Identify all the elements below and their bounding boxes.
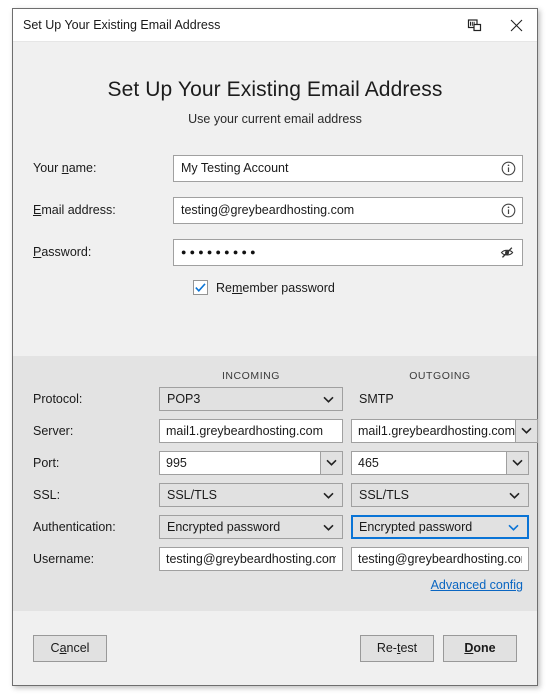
ssl-incoming-cell: SSL/TLS xyxy=(159,482,343,507)
chevron-down-icon xyxy=(508,520,519,534)
row-port: Port: 995 465 xyxy=(13,450,537,475)
chevron-down-icon xyxy=(509,488,520,502)
server-label: Server: xyxy=(33,423,74,438)
primary-buttons: Re-t est Done xyxy=(360,634,517,662)
password-input[interactable] xyxy=(173,238,523,266)
port-outgoing-cell: 465 xyxy=(351,450,529,475)
your-name-input[interactable] xyxy=(173,154,523,182)
server-incoming-input[interactable] xyxy=(159,418,343,443)
port-label: Port: xyxy=(33,455,60,470)
row-username: Username: xyxy=(13,546,537,571)
info-icon[interactable] xyxy=(500,202,516,218)
ssl-outgoing-value: SSL/TLS xyxy=(359,487,410,502)
your-name-label: Your name: xyxy=(33,161,97,175)
authentication-incoming-select[interactable]: Encrypted password xyxy=(159,514,343,539)
port-incoming-value[interactable]: 995 xyxy=(160,452,320,474)
port-incoming-cell: 995 xyxy=(159,450,343,475)
password-label: Password: xyxy=(33,245,92,259)
column-headers: INCOMING OUTGOING xyxy=(13,366,537,386)
row-remember-password: Remember password xyxy=(13,280,537,295)
advanced-config-row: Advanced config xyxy=(13,578,537,592)
chevron-down-icon xyxy=(323,488,334,502)
incoming-column-header: INCOMING xyxy=(221,370,281,382)
username-incoming-cell xyxy=(159,546,343,571)
remember-password-checkbox[interactable] xyxy=(193,280,208,295)
manual-config-section: INCOMING OUTGOING Protocol: POP3 SMTP Se… xyxy=(13,356,539,611)
row-email-address: Email address: xyxy=(13,196,537,224)
protocol-incoming-cell: POP3 xyxy=(159,386,343,411)
server-outgoing-combo[interactable]: mail1.greybeardhosting.com xyxy=(351,418,539,443)
email-address-input[interactable] xyxy=(173,196,523,224)
dialog-button-bar: Ca ncel Re-t est Done xyxy=(13,611,537,685)
title-bar-buttons xyxy=(453,9,537,41)
row-protocol: Protocol: POP3 SMTP xyxy=(13,386,537,411)
display-restore-glyph xyxy=(467,18,481,31)
page-title: Set Up Your Existing Email Address xyxy=(107,78,443,101)
username-incoming-input[interactable] xyxy=(159,546,343,571)
account-section: Set Up Your Existing Email Address Use y… xyxy=(13,42,537,356)
authentication-outgoing-value: Encrypted password xyxy=(359,519,473,534)
chevron-down-icon[interactable] xyxy=(506,451,528,474)
account-form: Your name: Email address: xyxy=(13,154,537,295)
outgoing-column-header: OUTGOING xyxy=(409,370,471,382)
done-button[interactable]: Done xyxy=(443,634,517,662)
port-outgoing-combo[interactable]: 465 xyxy=(351,450,529,475)
your-name-field-wrap xyxy=(173,154,523,182)
row-password: Password: ●●●●●●●●● xyxy=(13,238,537,266)
eye-slash-icon[interactable] xyxy=(500,244,516,260)
window-title: Set Up Your Existing Email Address xyxy=(23,18,221,32)
title-bar: Set Up Your Existing Email Address xyxy=(13,9,537,42)
close-icon[interactable] xyxy=(495,9,537,41)
port-outgoing-value[interactable]: 465 xyxy=(352,452,506,474)
password-field-wrap: ●●●●●●●●● xyxy=(173,238,523,266)
info-icon[interactable] xyxy=(500,160,516,176)
protocol-outgoing-cell: SMTP xyxy=(351,390,529,408)
info-glyph xyxy=(501,203,515,217)
port-incoming-combo[interactable]: 995 xyxy=(159,450,343,475)
info-glyph xyxy=(501,161,515,175)
protocol-incoming-value: POP3 xyxy=(167,391,201,406)
display-restore-icon[interactable] xyxy=(453,9,495,41)
ssl-outgoing-select[interactable]: SSL/TLS xyxy=(351,482,529,507)
protocol-label: Protocol: xyxy=(33,391,83,406)
row-server: Server: mail1.greybeardhosting.com xyxy=(13,418,539,443)
remember-password-label: Remember password xyxy=(216,280,335,295)
protocol-outgoing-value: SMTP xyxy=(359,391,394,406)
ssl-incoming-value: SSL/TLS xyxy=(167,487,218,502)
chevron-down-icon xyxy=(323,520,334,534)
page-subtitle: Use your current email address xyxy=(188,112,362,126)
cancel-button[interactable]: Ca ncel xyxy=(33,634,107,662)
chevron-down-icon xyxy=(323,392,334,406)
checkmark-icon xyxy=(195,283,206,292)
username-outgoing-cell xyxy=(351,546,529,571)
screenshot-root: Set Up Your Existing Email Address Set U… xyxy=(0,0,550,699)
close-glyph xyxy=(510,19,522,31)
advanced-config-link[interactable]: Advanced config xyxy=(431,578,523,592)
row-authentication: Authentication: Encrypted password Encry… xyxy=(13,514,537,539)
server-outgoing-cell: mail1.greybeardhosting.com xyxy=(351,418,539,443)
protocol-incoming-select[interactable]: POP3 xyxy=(159,386,343,411)
authentication-incoming-value: Encrypted password xyxy=(167,519,281,534)
row-ssl: SSL: SSL/TLS SSL/TLS xyxy=(13,482,537,507)
chevron-down-icon[interactable] xyxy=(515,419,538,442)
username-label: Username: xyxy=(33,551,95,566)
email-address-field-wrap xyxy=(173,196,523,224)
ssl-incoming-select[interactable]: SSL/TLS xyxy=(159,482,343,507)
chevron-down-icon[interactable] xyxy=(320,451,342,474)
authentication-outgoing-select[interactable]: Encrypted password xyxy=(351,514,529,539)
eye-slash-glyph xyxy=(500,246,514,258)
authentication-label: Authentication: xyxy=(33,519,116,534)
ssl-label: SSL: xyxy=(33,487,61,502)
authentication-incoming-cell: Encrypted password xyxy=(159,514,343,539)
username-outgoing-input[interactable] xyxy=(351,546,529,571)
retest-button[interactable]: Re-t est xyxy=(360,634,434,662)
server-incoming-cell xyxy=(159,418,343,443)
setup-dialog-window: Set Up Your Existing Email Address Set U… xyxy=(12,8,539,686)
row-your-name: Your name: xyxy=(13,154,537,182)
email-address-label: Email address: xyxy=(33,203,116,217)
server-outgoing-value[interactable]: mail1.greybeardhosting.com xyxy=(352,420,515,442)
ssl-outgoing-cell: SSL/TLS xyxy=(351,482,529,507)
authentication-outgoing-cell: Encrypted password xyxy=(351,514,529,539)
